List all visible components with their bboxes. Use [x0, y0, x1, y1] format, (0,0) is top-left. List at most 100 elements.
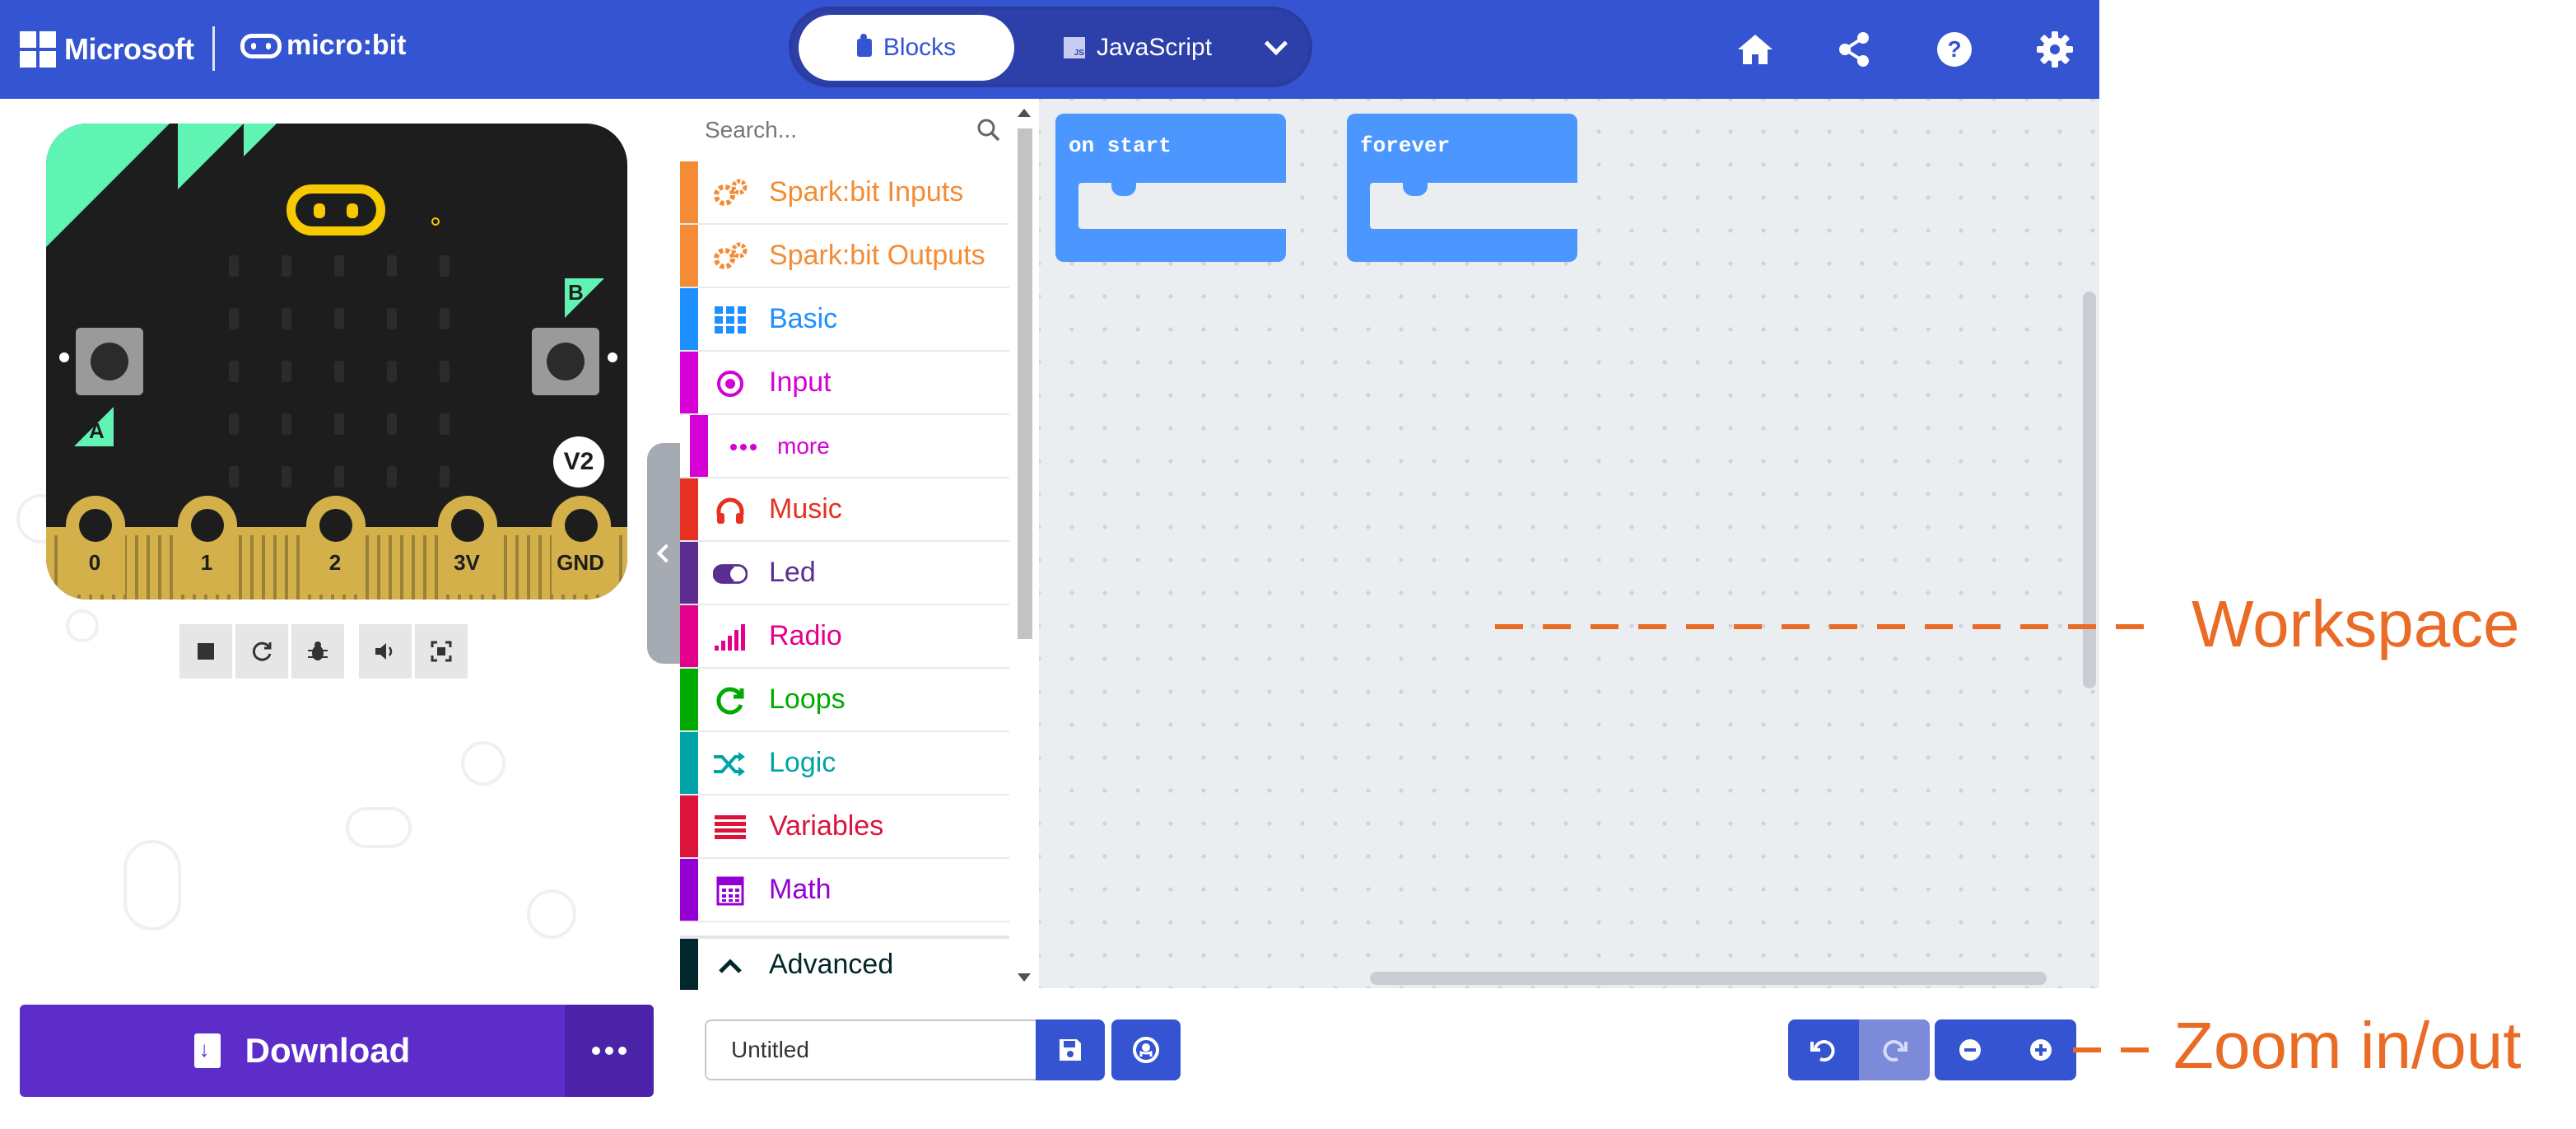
undo-button[interactable]	[1788, 1019, 1859, 1080]
editor-dropdown-button[interactable]	[1243, 15, 1309, 81]
gears-icon	[713, 176, 748, 211]
toolbox-category-music[interactable]: Music	[680, 478, 1009, 542]
home-icon	[1738, 35, 1772, 64]
board-corner-decoration	[244, 124, 285, 156]
led[interactable]	[440, 361, 450, 382]
led[interactable]	[440, 413, 450, 435]
share-button[interactable]	[1828, 23, 1880, 76]
led[interactable]	[334, 255, 344, 277]
block-label: forever	[1360, 133, 1451, 158]
led[interactable]	[229, 308, 239, 329]
debug-button[interactable]	[291, 624, 344, 679]
settings-button[interactable]	[2029, 23, 2081, 76]
led[interactable]	[387, 413, 397, 435]
zoom-out-button[interactable]	[1935, 1019, 2005, 1080]
redo-button[interactable]	[1859, 1019, 1930, 1080]
stop-button[interactable]	[179, 624, 232, 679]
speaker-icon	[375, 643, 393, 660]
microsoft-logo[interactable]: Microsoft	[20, 28, 194, 71]
led[interactable]	[387, 255, 397, 277]
led[interactable]	[387, 361, 397, 382]
undo-icon	[1810, 1040, 1835, 1061]
scroll-up-icon[interactable]	[1018, 109, 1031, 117]
led[interactable]	[387, 308, 397, 329]
download-button[interactable]: Download	[20, 1005, 585, 1097]
forever-block[interactable]: forever	[1347, 114, 1577, 262]
toolbox-category-math[interactable]: Math	[680, 859, 1009, 922]
toolbox-category-led[interactable]: Led	[680, 542, 1009, 605]
toolbox-category-basic[interactable]: Basic	[680, 288, 1009, 352]
led[interactable]	[334, 308, 344, 329]
led[interactable]	[387, 466, 397, 488]
toolbox-category-input-more[interactable]: more	[680, 415, 1009, 478]
block-label: on start	[1069, 133, 1172, 158]
scroll-down-icon[interactable]	[1018, 973, 1031, 982]
pin-2[interactable]	[306, 496, 366, 595]
category-color-bar	[680, 288, 698, 350]
toolbox-category-radio[interactable]: Radio	[680, 605, 1009, 669]
project-name-input[interactable]	[705, 1019, 1037, 1080]
toolbox-category-sparkbit-inputs[interactable]: Spark:bit Inputs	[680, 161, 1009, 225]
search-icon[interactable]	[976, 118, 1001, 142]
home-button[interactable]	[1729, 23, 1782, 76]
toolbox-category-advanced[interactable]: Advanced	[680, 935, 1009, 990]
scrollbar-thumb[interactable]	[1018, 128, 1032, 639]
pin-3v[interactable]	[438, 496, 497, 595]
led[interactable]	[440, 308, 450, 329]
fullscreen-button[interactable]	[415, 624, 468, 679]
mute-button[interactable]	[359, 624, 412, 679]
button-b[interactable]	[532, 328, 599, 395]
restart-icon	[252, 641, 272, 661]
category-label: Input	[769, 366, 831, 398]
board-side-dot	[59, 352, 69, 362]
led[interactable]	[282, 308, 291, 329]
led[interactable]	[440, 255, 450, 277]
led[interactable]	[282, 466, 291, 488]
help-button[interactable]: ?	[1928, 23, 1981, 76]
toolbox-category-input[interactable]: Input	[680, 352, 1009, 415]
led[interactable]	[282, 413, 291, 435]
led[interactable]	[229, 413, 239, 435]
background-decoration	[123, 840, 181, 931]
background-decoration	[346, 807, 412, 848]
button-a[interactable]	[76, 328, 143, 395]
led[interactable]	[229, 255, 239, 277]
led[interactable]	[334, 361, 344, 382]
board-corner-decoration	[178, 124, 252, 189]
restart-button[interactable]	[235, 624, 288, 679]
workspace-horizontal-scrollbar[interactable]	[1370, 972, 2047, 985]
toolbox-category-sparkbit-outputs[interactable]: Spark:bit Outputs	[680, 225, 1009, 288]
pin-gnd[interactable]	[552, 496, 611, 595]
download-options-button[interactable]	[565, 1005, 654, 1097]
save-button[interactable]	[1036, 1019, 1105, 1080]
on-start-block[interactable]: on start	[1055, 114, 1286, 262]
led[interactable]	[282, 361, 291, 382]
category-label: Basic	[769, 303, 838, 334]
search-input[interactable]	[705, 117, 952, 143]
toolbox-category-variables[interactable]: Variables	[680, 795, 1009, 859]
pin-0[interactable]	[66, 496, 125, 595]
block-statement-slot[interactable]	[1370, 180, 1577, 229]
toolbox-scrollbar[interactable]	[1013, 104, 1036, 985]
toolbox-category-logic[interactable]: Logic	[680, 732, 1009, 795]
toolbox-category-loops[interactable]: Loops	[680, 669, 1009, 732]
led[interactable]	[229, 466, 239, 488]
tab-blocks[interactable]: Blocks	[799, 15, 1014, 81]
led[interactable]	[229, 361, 239, 382]
chevron-up-icon	[713, 949, 748, 983]
signal-icon	[713, 620, 748, 655]
redo-icon	[1883, 1040, 1908, 1061]
category-color-bar	[680, 732, 698, 794]
block-statement-slot[interactable]	[1078, 180, 1286, 229]
github-button[interactable]	[1111, 1019, 1181, 1080]
led[interactable]	[334, 466, 344, 488]
headphones-icon	[713, 493, 748, 528]
led[interactable]	[440, 466, 450, 488]
collapse-simulator-button[interactable]	[647, 443, 680, 664]
microbit-logo[interactable]: micro:bit	[240, 30, 406, 62]
pin-1[interactable]	[178, 496, 237, 595]
tab-javascript[interactable]: JS JavaScript	[1039, 15, 1237, 81]
zoom-in-button[interactable]	[2005, 1019, 2076, 1080]
led[interactable]	[334, 413, 344, 435]
led[interactable]	[282, 255, 291, 277]
